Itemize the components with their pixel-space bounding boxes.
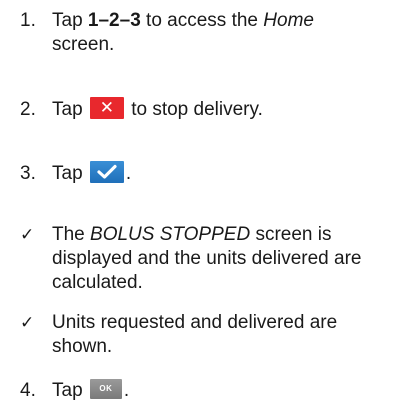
step-2: 2. Tap ✕ to stop delivery. (20, 96, 395, 122)
step-1-text: Tap 1–2–3 to access the Home screen. (52, 10, 314, 55)
step-1: 1. Tap 1–2–3 to access the Home screen. (20, 9, 395, 57)
result-1: ✓ The BOLUS STOPPED screen is displayed … (20, 223, 395, 295)
step-number: 3. (20, 163, 36, 184)
step-4-text: Tap OK. (52, 378, 130, 401)
step-2-text: Tap ✕ to stop delivery. (52, 96, 263, 120)
step-4: 4. Tap OK. (20, 378, 395, 403)
stop-delivery-icon: ✕ (89, 96, 124, 119)
checkmark-icon: ✓ (20, 225, 35, 245)
screen-name: BOLUS STOPPED (90, 224, 251, 245)
checkmark-icon: ✓ (20, 313, 35, 333)
screen-name: Home (263, 10, 314, 31)
key-sequence: 1–2–3 (87, 10, 141, 31)
step-number: 2. (20, 99, 36, 120)
step-3: 3. Tap . (20, 160, 395, 186)
step-number: 1. (20, 10, 36, 31)
step-number: 4. (20, 380, 36, 401)
result-1-text: The BOLUS STOPPED screen is displayed an… (52, 224, 362, 293)
ok-button-icon: OK (89, 378, 122, 399)
step-3-text: Tap . (52, 160, 395, 186)
confirm-checkmark-icon (89, 160, 124, 183)
result-2: ✓ Units requested and delivered are show… (20, 311, 395, 359)
result-2-text: Units requested and delivered are shown. (52, 312, 338, 357)
